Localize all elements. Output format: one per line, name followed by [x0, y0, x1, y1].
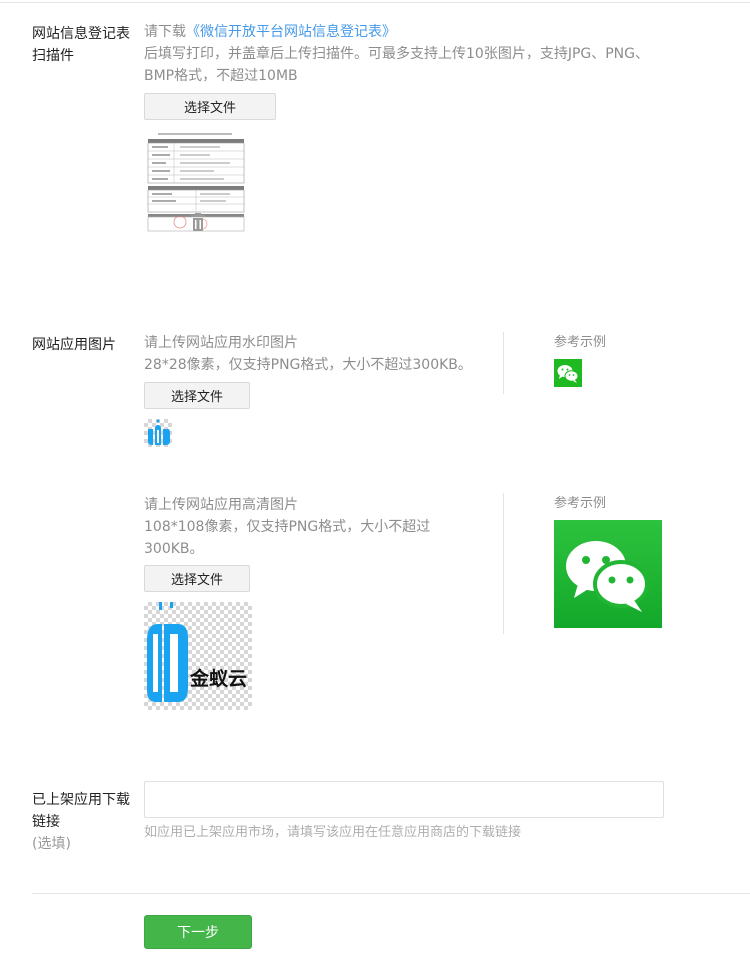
optional-tag: (选填) — [32, 836, 71, 852]
uploaded-logo-icon — [148, 419, 170, 445]
watermark-hint: 请上传网站应用水印图片 28*28像素，仅支持PNG格式，大小不超过300KB。 — [144, 332, 472, 376]
uploaded-logo-large-icon: 金蚁云 — [147, 602, 247, 702]
download-link-label: 已上架应用下载 链接 (选填) — [32, 789, 130, 855]
download-prefix: 请下载 — [144, 24, 186, 40]
form-scan-file-button[interactable]: 选择文件 — [144, 93, 276, 120]
hd-hint-line1: 请上传网站应用高清图片 — [144, 497, 298, 513]
hd-divider — [503, 493, 504, 634]
hd-uploaded-image: 金蚁云 — [144, 602, 252, 710]
wechat-icon — [557, 365, 579, 383]
hd-ref-title: 参考示例 — [554, 496, 607, 511]
watermark-hint-line2: 28*28像素，仅支持PNG格式，大小不超过300KB。 — [144, 357, 472, 373]
download-link-input[interactable] — [144, 781, 664, 818]
watermark-divider — [503, 332, 504, 394]
download-form-link[interactable]: 《微信开放平台网站信息登记表》 — [186, 24, 396, 40]
download-link-label-line2: 链接 — [32, 814, 60, 830]
hd-hint: 请上传网站应用高清图片 108*108像素，仅支持PNG格式，大小不超过 300… — [144, 494, 430, 560]
hd-example-image — [554, 520, 662, 628]
app-image-label: 网站应用图片 — [32, 337, 116, 353]
watermark-example-image — [554, 359, 582, 387]
form-scan-hint-line2: BMP格式，不超过10MB — [144, 68, 298, 84]
watermark-file-button[interactable]: 选择文件 — [144, 382, 250, 409]
watermark-ref-title: 参考示例 — [554, 335, 607, 350]
form-scan-hint: 请下载《微信开放平台网站信息登记表》 后填写打印，并盖章后上传扫描件。可最多支持… — [144, 21, 649, 87]
hd-hint-line2: 108*108像素，仅支持PNG格式，大小不超过 — [144, 519, 431, 535]
form-scan-label-line1: 网站信息登记表 — [32, 26, 130, 42]
next-step-button[interactable]: 下一步 — [144, 915, 252, 949]
form-scan-label: 网站信息登记表 扫描件 — [32, 23, 130, 67]
top-divider — [0, 2, 750, 3]
uploaded-logo-text: 金蚁云 — [189, 667, 247, 690]
delete-trash-icon[interactable] — [190, 213, 206, 231]
hd-hint-line3: 300KB。 — [144, 541, 204, 557]
form-scan-label-line2: 扫描件 — [32, 48, 74, 64]
footer-divider — [32, 893, 750, 894]
watermark-hint-line1: 请上传网站应用水印图片 — [144, 335, 298, 351]
watermark-uploaded-image — [144, 419, 172, 447]
download-link-label-line1: 已上架应用下载 — [32, 792, 130, 808]
form-scan-hint-line1: 后填写打印，并盖章后上传扫描件。可最多支持上传10张图片，支持JPG、PNG、 — [144, 46, 649, 62]
wechat-large-icon — [566, 541, 649, 612]
download-link-hint: 如应用已上架应用市场，请填写该应用在任意应用商店的下载链接 — [144, 825, 522, 840]
hd-file-button[interactable]: 选择文件 — [144, 565, 250, 592]
